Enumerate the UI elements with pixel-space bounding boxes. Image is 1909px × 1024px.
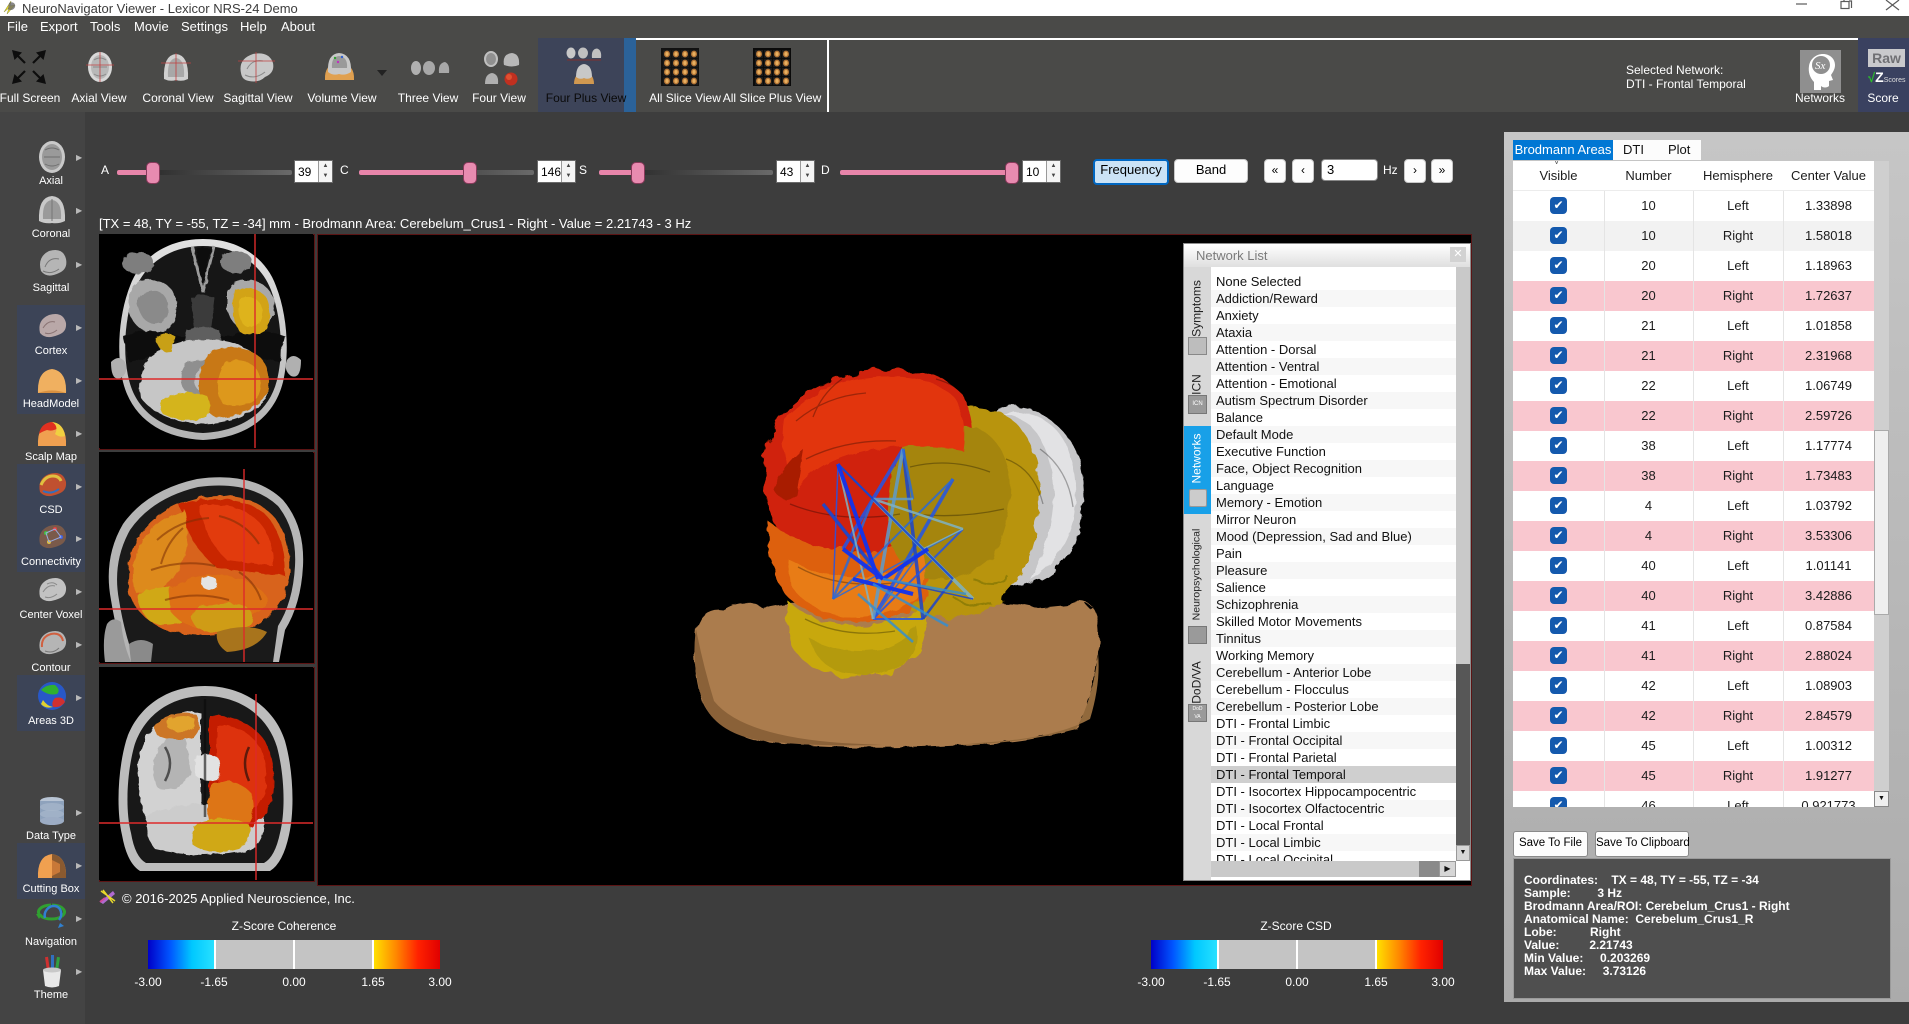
svg-text:Sx: Sx: [1815, 60, 1826, 72]
